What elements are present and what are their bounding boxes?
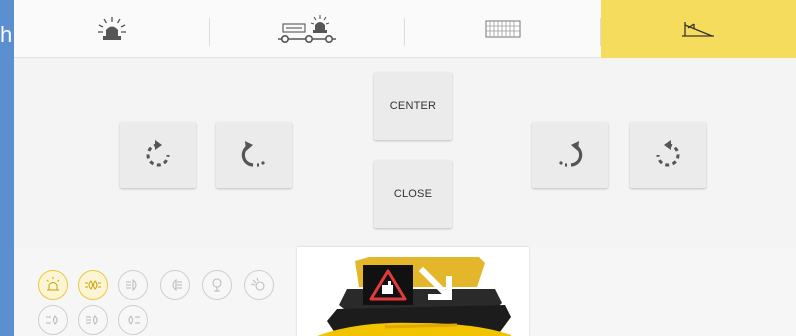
headlight-indicator-icon[interactable] [78, 270, 108, 300]
rotate-clockwise-icon [241, 141, 265, 167]
rotate-counterclockwise-icon [559, 141, 583, 167]
keyboard-icon [485, 20, 521, 38]
tab-ramp[interactable] [600, 0, 796, 58]
tab-trailer-beacon[interactable] [210, 0, 406, 58]
rotate-dotted-cw-button[interactable] [120, 122, 196, 188]
rear-fog-indicator-icon[interactable] [78, 305, 108, 335]
high-beam-indicator-glyph [172, 278, 182, 292]
trailer-beacon-icon [278, 15, 337, 43]
beacon-light-icon [97, 17, 126, 40]
ramp-slope-icon [682, 22, 715, 37]
rotate-ccw-button[interactable] [532, 122, 608, 188]
headlight-indicator-glyph [85, 280, 101, 290]
side-light-indicator-icon[interactable] [244, 270, 274, 300]
center-button[interactable]: CENTER [374, 72, 452, 140]
beacon-indicator-glyph [46, 277, 60, 291]
tab-keyboard[interactable] [405, 0, 601, 58]
fog-light-indicator-glyph [126, 278, 137, 292]
rear-fog-indicator-glyph [86, 315, 98, 325]
rear-light-indicator-glyph [46, 315, 58, 325]
rotate-dotted-counterclockwise-icon [656, 140, 680, 167]
fog-light-indicator-icon[interactable] [118, 270, 148, 300]
rear-light-indicator-icon[interactable] [38, 305, 68, 335]
tab-bar [14, 0, 796, 58]
work-light-indicator-icon[interactable] [202, 270, 232, 300]
tab-beacon[interactable] [14, 0, 210, 58]
rotate-dotted-ccw-button[interactable] [630, 122, 706, 188]
machine-preview-panel [297, 247, 529, 336]
reverse-light-indicator-glyph [128, 315, 140, 325]
reverse-light-indicator-icon[interactable] [118, 305, 148, 335]
edge-text: h [0, 22, 13, 47]
rotate-dotted-clockwise-icon [146, 140, 170, 167]
center-button-label: CENTER [389, 100, 437, 112]
close-button[interactable]: CLOSE [374, 160, 452, 228]
work-light-indicator-glyph [212, 278, 222, 292]
side-strip: h [0, 0, 14, 336]
rotate-cw-button[interactable] [216, 122, 292, 188]
machine-illustration [317, 257, 511, 336]
high-beam-indicator-icon[interactable] [160, 270, 190, 300]
side-light-indicator-glyph [250, 277, 265, 291]
close-button-label: CLOSE [393, 188, 433, 200]
app-window: CENTER CLOSE [14, 0, 796, 336]
beacon-indicator-icon[interactable] [38, 270, 68, 300]
